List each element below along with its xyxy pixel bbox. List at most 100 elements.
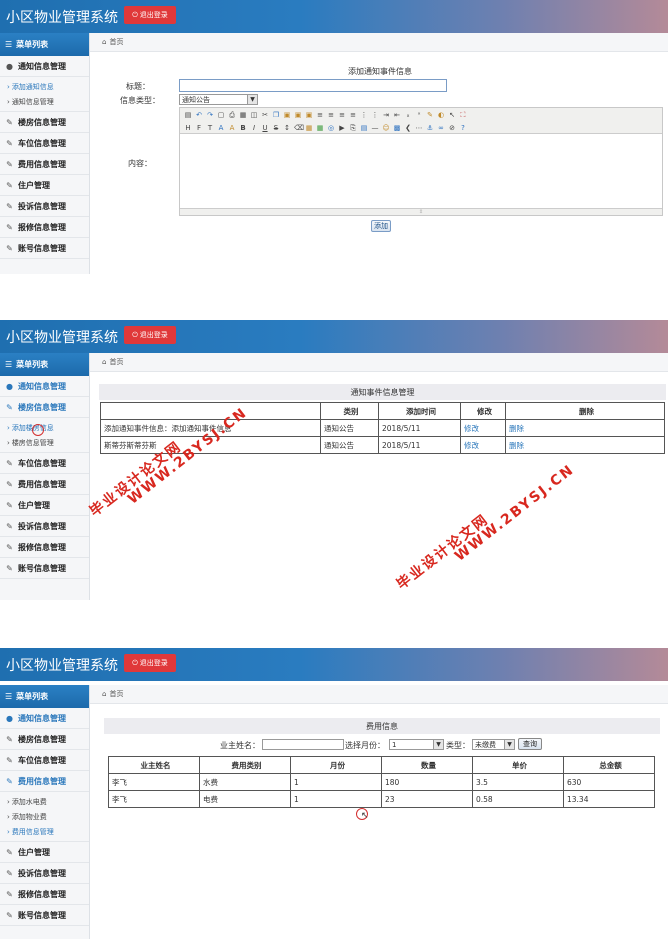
- edit-link[interactable]: 修改: [460, 419, 506, 437]
- flash-icon[interactable]: ◎: [327, 124, 335, 132]
- font-color-icon[interactable]: A: [217, 124, 225, 132]
- align-left-icon[interactable]: ≡: [316, 111, 324, 119]
- align-center-icon[interactable]: ≡: [327, 111, 335, 119]
- nav-item-parking[interactable]: ✎ 车位信息管理: [0, 133, 89, 154]
- font-family-icon[interactable]: F: [195, 124, 203, 132]
- submenu-add-property-fee[interactable]: › 添加物业费: [0, 809, 89, 824]
- clear-format-icon[interactable]: ✎: [426, 111, 434, 119]
- code-block-icon[interactable]: ❮: [404, 124, 412, 132]
- attachment-icon[interactable]: ⎘: [349, 124, 357, 132]
- media-icon[interactable]: ▶: [338, 124, 346, 132]
- delete-link[interactable]: 删除: [505, 436, 665, 454]
- outdent-icon[interactable]: ⇤: [393, 111, 401, 119]
- underline-icon[interactable]: U: [261, 124, 269, 132]
- remove-format-icon[interactable]: ⌫: [294, 124, 304, 132]
- ordered-list-icon[interactable]: ⋮: [360, 111, 368, 119]
- nav-item-repairs[interactable]: ✎ 报修信息管理: [0, 537, 89, 558]
- undo-icon[interactable]: ↶: [195, 111, 203, 119]
- code-icon[interactable]: ◫: [250, 111, 258, 119]
- bold-icon[interactable]: B: [239, 124, 247, 132]
- nav-item-building[interactable]: ✎ 楼房信息管理: [0, 112, 89, 133]
- submenu-add-building[interactable]: › 添加楼房信息: [0, 420, 89, 435]
- pointer-icon[interactable]: ↖: [448, 111, 456, 119]
- source-icon[interactable]: ▤: [184, 111, 192, 119]
- nav-item-building[interactable]: ✎ 楼房信息管理: [0, 729, 89, 750]
- type-select[interactable]: 通知公告 ▼: [179, 94, 258, 105]
- submenu-manage-fees[interactable]: › 费用信息管理: [0, 824, 89, 839]
- paste-text-icon[interactable]: ▣: [294, 111, 302, 119]
- nav-item-parking[interactable]: ✎ 车位信息管理: [0, 750, 89, 771]
- breadcrumb-home[interactable]: 首页: [109, 689, 123, 699]
- month-select[interactable]: 1 ▼: [389, 739, 444, 750]
- help-icon[interactable]: ?: [459, 124, 467, 132]
- nav-item-notice[interactable]: ● 通知信息管理: [0, 708, 89, 729]
- nav-item-complaints[interactable]: ✎ 投诉信息管理: [0, 516, 89, 537]
- image-icon[interactable]: ▦: [305, 124, 313, 132]
- copy-icon[interactable]: ❐: [272, 111, 280, 119]
- logout-button[interactable]: ⏻ 退出登录: [124, 654, 176, 672]
- subscript-icon[interactable]: ₓ: [404, 111, 412, 119]
- logout-button[interactable]: ⏻ 退出登录: [124, 6, 176, 24]
- fullscreen-icon[interactable]: ⛶: [459, 111, 467, 119]
- map-icon[interactable]: ▩: [393, 124, 401, 132]
- logout-button[interactable]: ⏻ 退出登录: [124, 326, 176, 344]
- page-break-icon[interactable]: ⋯: [415, 124, 423, 132]
- line-height-icon[interactable]: ↕: [283, 124, 291, 132]
- nav-item-accounts[interactable]: ✎ 账号信息管理: [0, 238, 89, 259]
- indent-icon[interactable]: ⇥: [382, 111, 390, 119]
- template-icon[interactable]: ▦: [239, 111, 247, 119]
- submenu-manage-building[interactable]: › 楼房信息管理: [0, 435, 89, 450]
- nav-item-fees[interactable]: ✎ 费用信息管理: [0, 154, 89, 175]
- nav-item-accounts[interactable]: ✎ 账号信息管理: [0, 558, 89, 579]
- submenu-manage-notice[interactable]: › 通知信息管理: [0, 94, 89, 109]
- resize-handle-icon[interactable]: ⇳: [180, 208, 662, 215]
- table-icon[interactable]: ▤: [360, 124, 368, 132]
- nav-item-accounts[interactable]: ✎ 账号信息管理: [0, 905, 89, 926]
- paste-word-icon[interactable]: ▣: [305, 111, 313, 119]
- heading-icon[interactable]: H: [184, 124, 192, 132]
- title-input[interactable]: [179, 79, 447, 92]
- submenu-add-notice[interactable]: › 添加通知信息: [0, 79, 89, 94]
- rich-text-editor[interactable]: ▤ ↶ ↷ ▢ ⎙ ▦ ◫ ✂ ❐ ▣ ▣ ▣ ≡ ≡ ≡ ≡ ⋮ ⋮ ⇥ ⇤: [179, 107, 663, 216]
- breadcrumb-home[interactable]: 首页: [109, 37, 123, 47]
- align-right-icon[interactable]: ≡: [338, 111, 346, 119]
- highlight-icon[interactable]: A: [228, 124, 236, 132]
- query-button[interactable]: 查询: [518, 738, 542, 750]
- strikethrough-icon[interactable]: S: [272, 124, 280, 132]
- nav-item-parking[interactable]: ✎ 车位信息管理: [0, 453, 89, 474]
- align-justify-icon[interactable]: ≡: [349, 111, 357, 119]
- paste-icon[interactable]: ▣: [283, 111, 291, 119]
- submenu-add-utility-fee[interactable]: › 添加水电费: [0, 794, 89, 809]
- nav-item-residents[interactable]: ✎ 住户管理: [0, 495, 89, 516]
- add-button[interactable]: 添加: [371, 220, 391, 232]
- owner-input[interactable]: [262, 739, 344, 750]
- link-icon[interactable]: ∞: [437, 124, 445, 132]
- multi-image-icon[interactable]: ▦: [316, 124, 324, 132]
- italic-icon[interactable]: I: [250, 124, 258, 132]
- nav-item-building[interactable]: ✎ 楼房信息管理: [0, 397, 89, 418]
- nav-item-fees[interactable]: ✎ 费用信息管理: [0, 474, 89, 495]
- nav-item-residents[interactable]: ✎ 住户管理: [0, 175, 89, 196]
- nav-item-complaints[interactable]: ✎ 投诉信息管理: [0, 196, 89, 217]
- select-all-icon[interactable]: ◐: [437, 111, 445, 119]
- preview-icon[interactable]: ▢: [217, 111, 225, 119]
- cut-icon[interactable]: ✂: [261, 111, 269, 119]
- nav-item-repairs[interactable]: ✎ 报修信息管理: [0, 884, 89, 905]
- nav-item-notice[interactable]: ● 通知信息管理: [0, 376, 89, 397]
- emoticon-icon[interactable]: ☺: [382, 124, 390, 132]
- superscript-icon[interactable]: ˣ: [415, 111, 423, 119]
- delete-link[interactable]: 删除: [505, 419, 665, 437]
- unlink-icon[interactable]: ⊘: [448, 124, 456, 132]
- type-select[interactable]: 未缴费 ▼: [472, 739, 515, 750]
- nav-item-fees[interactable]: ✎ 费用信息管理: [0, 771, 89, 792]
- nav-item-repairs[interactable]: ✎ 报修信息管理: [0, 217, 89, 238]
- hr-icon[interactable]: —: [371, 124, 379, 132]
- nav-item-complaints[interactable]: ✎ 投诉信息管理: [0, 863, 89, 884]
- redo-icon[interactable]: ↷: [206, 111, 214, 119]
- nav-item-notice[interactable]: ● 通知信息管理: [0, 56, 89, 77]
- breadcrumb-home[interactable]: 首页: [109, 357, 123, 367]
- bullet-list-icon[interactable]: ⋮: [371, 111, 379, 119]
- nav-item-residents[interactable]: ✎ 住户管理: [0, 842, 89, 863]
- edit-link[interactable]: 修改: [460, 436, 506, 454]
- print-icon[interactable]: ⎙: [228, 111, 236, 119]
